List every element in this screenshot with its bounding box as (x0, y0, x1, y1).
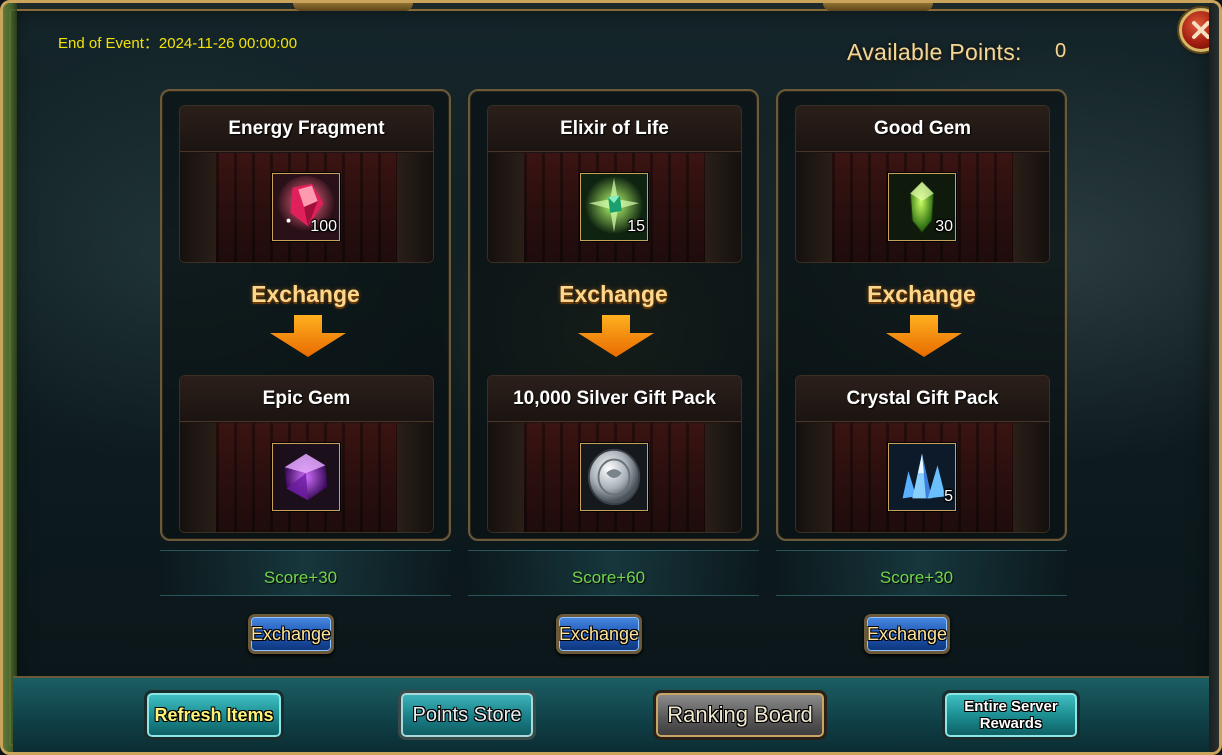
cost-slot: Energy Fragment 100 (179, 105, 434, 263)
cost-item[interactable]: 100 (272, 173, 340, 241)
event-end-time: End of Event：2024-11-26 00:00:00 (58, 35, 298, 52)
exchange-card: Energy Fragment 100 Exchange Epic Gem (160, 89, 451, 541)
cost-item-name: Energy Fragment (180, 106, 433, 152)
server-rewards-line2: Rewards (979, 715, 1043, 732)
reward-item-name: 10,000 Silver Gift Pack (488, 376, 741, 422)
arrow-down-icon (270, 315, 346, 357)
score-reward: Score+60 (571, 568, 646, 587)
exchange-button[interactable]: Exchange (248, 614, 334, 654)
exchange-card: Elixir of Life 15 Exchange 10,000 Silver… (468, 89, 759, 541)
close-icon (1192, 21, 1210, 39)
exchange-card: Good Gem 30 Exchange Crystal Gift Pack 5 (776, 89, 1067, 541)
reward-slot: Epic Gem (179, 375, 434, 533)
arrow-down-icon (578, 315, 654, 357)
reward-item[interactable]: 5 (888, 443, 956, 511)
server-rewards-line1: Entire Server (964, 698, 1058, 715)
available-points-label: Available Points: (847, 39, 1022, 65)
exchange-label: Exchange (251, 281, 360, 307)
cost-slot: Elixir of Life 15 (487, 105, 742, 263)
cost-item-name: Elixir of Life (488, 106, 741, 152)
exchange-label: Exchange (559, 281, 668, 307)
score-reward: Score+30 (263, 568, 338, 587)
cost-quantity: 30 (935, 218, 953, 235)
entire-server-rewards-button[interactable]: Entire Server Rewards (942, 690, 1080, 740)
event-window: End of Event：2024-11-26 00:00:00 Availab… (0, 0, 1222, 755)
epic-gem-icon (273, 444, 339, 510)
reward-quantity: 5 (944, 488, 953, 505)
refresh-items-button[interactable]: Refresh Items (144, 690, 284, 740)
top-ornament (823, 3, 933, 11)
reward-slot: 10,000 Silver Gift Pack (487, 375, 742, 533)
arrow-down-icon (886, 315, 962, 357)
top-ornament (293, 3, 413, 11)
cost-quantity: 15 (627, 218, 645, 235)
reward-item[interactable] (272, 443, 340, 511)
exchange-button[interactable]: Exchange (864, 614, 950, 654)
points-store-button[interactable]: Points Store (398, 690, 536, 740)
cost-item[interactable]: 15 (580, 173, 648, 241)
cost-slot: Good Gem 30 (795, 105, 1050, 263)
reward-item[interactable] (580, 443, 648, 511)
cost-item-name: Good Gem (796, 106, 1049, 152)
ranking-board-button[interactable]: Ranking Board (653, 690, 827, 740)
cost-quantity: 100 (310, 218, 337, 235)
score-reward: Score+30 (879, 568, 954, 587)
reward-slot: Crystal Gift Pack 5 (795, 375, 1050, 533)
cost-item[interactable]: 30 (888, 173, 956, 241)
exchange-button[interactable]: Exchange (556, 614, 642, 654)
silver-coin-icon (581, 444, 647, 510)
reward-item-name: Crystal Gift Pack (796, 376, 1049, 422)
available-points-value: 0 (1055, 40, 1067, 62)
reward-item-name: Epic Gem (180, 376, 433, 422)
close-button[interactable] (1179, 8, 1219, 52)
exchange-label: Exchange (867, 281, 976, 307)
